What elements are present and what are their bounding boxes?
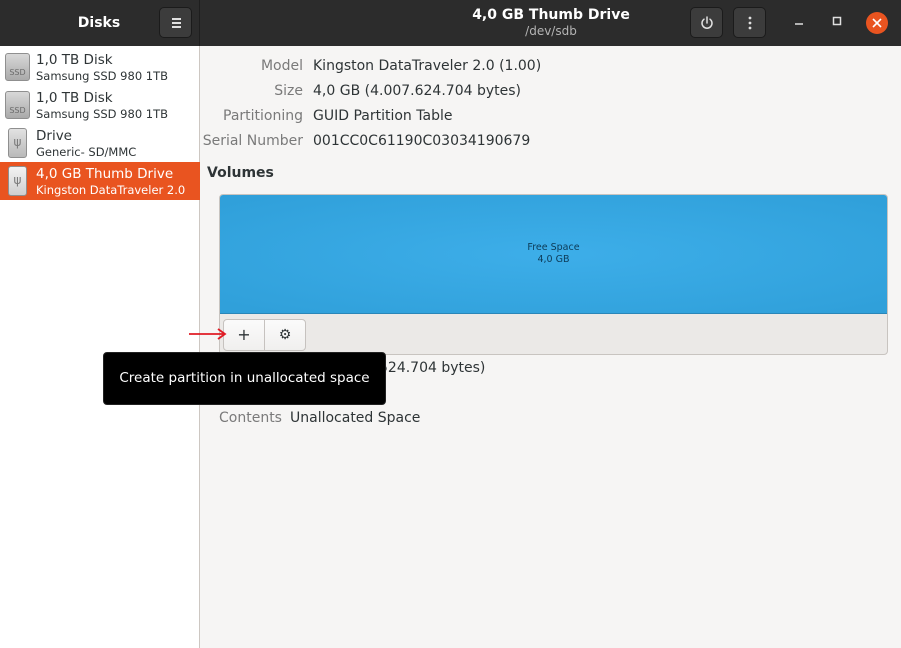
maximize-button[interactable] [826,12,848,34]
minimize-icon [795,23,803,25]
usb-drive-icon: ψ [8,128,27,158]
sidebar-item-thumb-drive[interactable]: ψ 4,0 GB Thumb Drive Kingston DataTravel… [0,162,200,200]
sidebar-item-disk-2[interactable]: SSD 1,0 TB Disk Samsung SSD 980 1TB [0,86,200,124]
volume-map: Free Space 4,0 GB + ⚙ [219,194,888,355]
ssd-icon-label: SSD [9,68,26,77]
serial-number-value: 001CC0C61190C03034190679 [313,133,531,149]
header-bar: Disks 4,0 GB Thumb Drive /dev/sdb [0,0,901,46]
disk-model: Samsung SSD 980 1TB [36,107,169,121]
minimize-button[interactable] [788,12,810,34]
disk-list-sidebar: SSD 1,0 TB Disk Samsung SSD 980 1TB SSD … [0,46,200,648]
disk-name: 4,0 GB Thumb Drive [36,166,174,182]
segment-size: 4,0 GB [537,254,570,265]
sidebar-item-disk-1[interactable]: SSD 1,0 TB Disk Samsung SSD 980 1TB [0,48,200,86]
sidebar-item-sd-drive[interactable]: ψ Drive Generic- SD/MMC [0,124,200,162]
model-value: Kingston DataTraveler 2.0 (1.00) [313,58,542,74]
vertical-dots-icon [748,16,751,30]
partition-settings-button[interactable]: ⚙ [264,319,306,351]
drive-details-panel: Model Kingston DataTraveler 2.0 (1.00) S… [201,46,901,648]
hamburger-icon-line [172,26,181,28]
disk-model: Samsung SSD 980 1TB [36,69,169,83]
maximize-icon [832,16,842,26]
gears-icon: ⚙ [278,327,292,343]
volume-size-value: 524.704 bytes) [379,360,486,376]
contents-value: Unallocated Space [290,410,421,426]
disk-model: Kingston DataTraveler 2.0 [36,183,186,197]
disk-model: Generic- SD/MMC [36,145,137,159]
ssd-icon-label: SSD [9,106,26,115]
tooltip-text: Create partition in unallocated space [119,370,370,386]
disk-name: 1,0 TB Disk [36,52,113,68]
plus-icon: + [237,325,251,344]
partitioning-value: GUID Partition Table [313,108,453,124]
power-off-button[interactable] [690,7,723,38]
drive-options-button[interactable] [733,7,766,38]
close-icon [872,18,882,28]
model-label: Model [260,58,303,74]
size-value: 4,0 GB (4.007.624.704 bytes) [313,83,521,99]
create-partition-button[interactable]: + [223,319,265,351]
partitioning-label: Partitioning [223,108,303,124]
hamburger-icon-line [172,22,181,24]
close-button[interactable] [866,12,888,34]
disk-name: Drive [36,128,72,144]
usb-drive-icon: ψ [8,166,27,196]
free-space-segment[interactable]: Free Space 4,0 GB [220,195,887,314]
power-icon [700,16,713,29]
serial-number-label: Serial Number [202,133,303,149]
ssd-disk-icon: SSD [5,53,30,81]
contents-label: Contents [219,410,282,426]
hamburger-icon [172,18,181,20]
disk-name: 1,0 TB Disk [36,90,113,106]
volume-toolbar: + ⚙ [223,319,307,351]
annotation-arrow-icon [189,328,227,340]
volumes-heading: Volumes [207,165,274,181]
segment-name: Free Space [527,242,580,253]
tooltip: Create partition in unallocated space [103,352,386,405]
ssd-disk-icon: SSD [5,91,30,119]
size-label: Size [274,83,303,99]
menu-button[interactable] [159,7,192,38]
